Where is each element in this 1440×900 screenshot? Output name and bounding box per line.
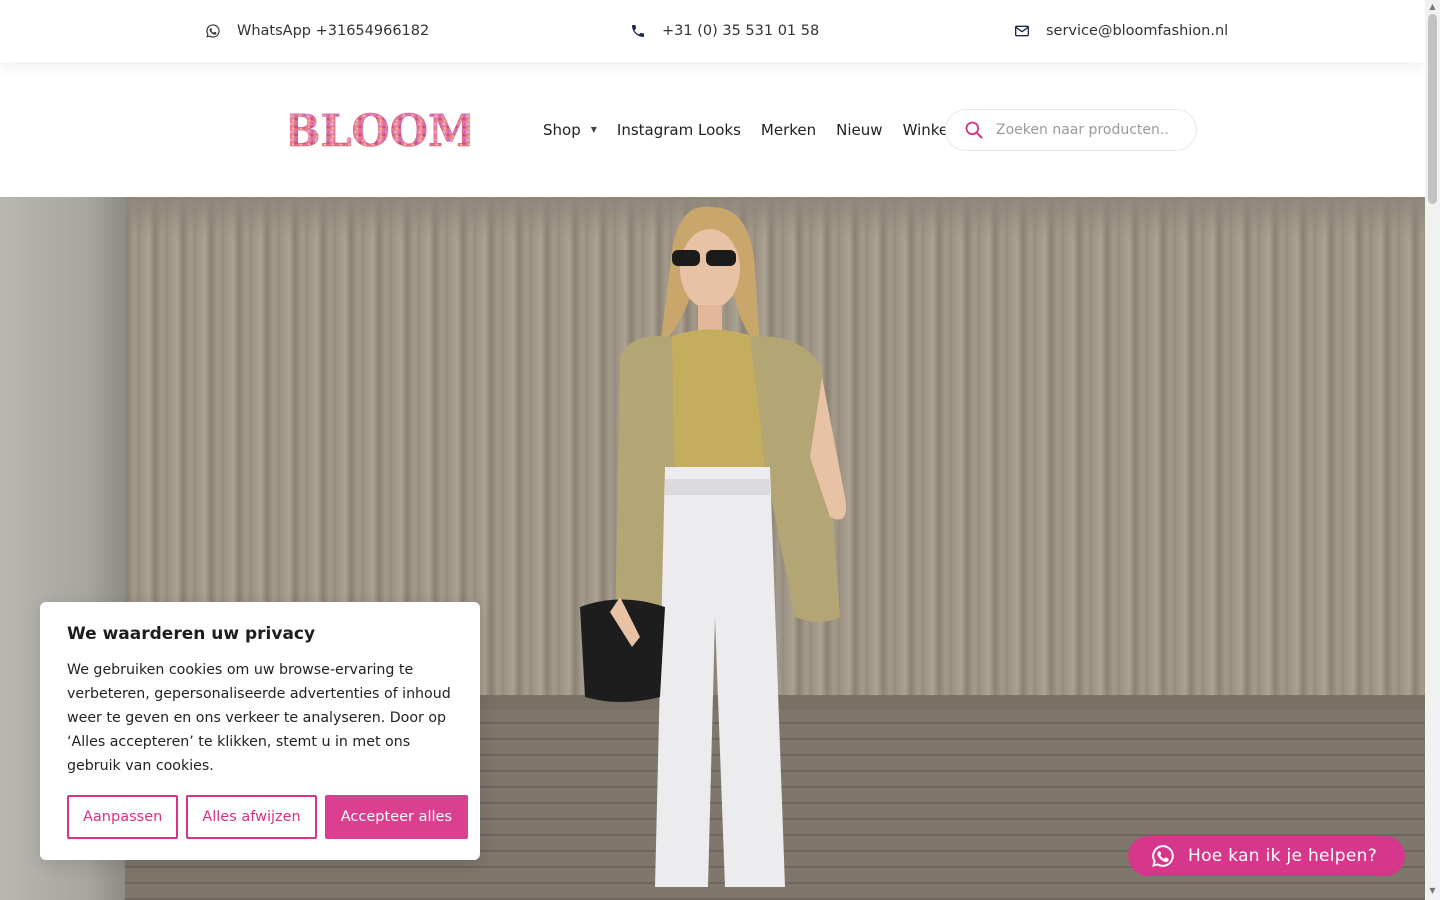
cookie-text: We gebruiken cookies om uw browse-ervari… [67,662,451,774]
phone-label: +31 (0) 35 531 01 58 [662,23,820,39]
nav-instagram-looks[interactable]: Instagram Looks [617,121,741,139]
scroll-up-icon[interactable]: ▲ [1428,2,1437,12]
bloom-logo[interactable]: BLOOM [290,106,470,152]
cookie-consent-banner: We waarderen uw privacy We gebruiken coo… [40,602,480,860]
whatsapp-icon [1152,845,1174,867]
main-nav: Shop ▼ Instagram Looks Merken Nieuw Winke… [543,62,972,197]
nav-shop[interactable]: Shop ▼ [543,121,597,139]
logo-text: BLOOM [290,106,470,152]
phone-icon [632,25,644,37]
site-header: BLOOM Shop ▼ Instagram Looks Merken Nieuw… [0,62,1425,197]
search-input[interactable] [996,122,1176,138]
nav-merken[interactable]: Merken [761,121,816,139]
whatsapp-contact[interactable]: WhatsApp +31654966182 [205,0,429,62]
email-label: service@bloomfashion.nl [1046,23,1229,39]
whatsapp-label: WhatsApp +31654966182 [237,23,430,39]
nav-nieuw[interactable]: Nieuw [836,121,882,139]
search-icon[interactable] [964,120,984,140]
accept-all-button[interactable]: Accepteer alles [324,795,468,839]
caret-down-icon: ▼ [590,125,597,134]
email-contact[interactable]: service@bloomfashion.nl [1014,0,1228,62]
whatsapp-icon [206,24,220,38]
cookie-buttons: Aanpassen Alles afwijzen Accepteer alles [67,795,476,839]
top-contact-bar: WhatsApp +31654966182 +31 (0) 35 531 01 … [0,0,1425,62]
reject-all-button[interactable]: Alles afwijzen [186,795,317,839]
phone-contact[interactable]: +31 (0) 35 531 01 58 [630,0,819,62]
customize-button[interactable]: Aanpassen [67,795,179,839]
scroll-down-icon[interactable]: ▼ [1428,886,1437,896]
mail-icon [1015,25,1029,37]
nav-shop-label: Shop [543,120,581,139]
cookie-title: We waarderen uw privacy [67,624,316,644]
search-box [945,109,1197,151]
whatsapp-chat-button[interactable]: Hoe kan ik je helpen? [1128,836,1405,876]
page-scrollbar[interactable]: ▲ ▼ [1425,0,1440,900]
scrollbar-thumb[interactable] [1428,14,1437,204]
chat-label: Hoe kan ik je helpen? [1188,846,1378,866]
model-figure [580,206,846,887]
